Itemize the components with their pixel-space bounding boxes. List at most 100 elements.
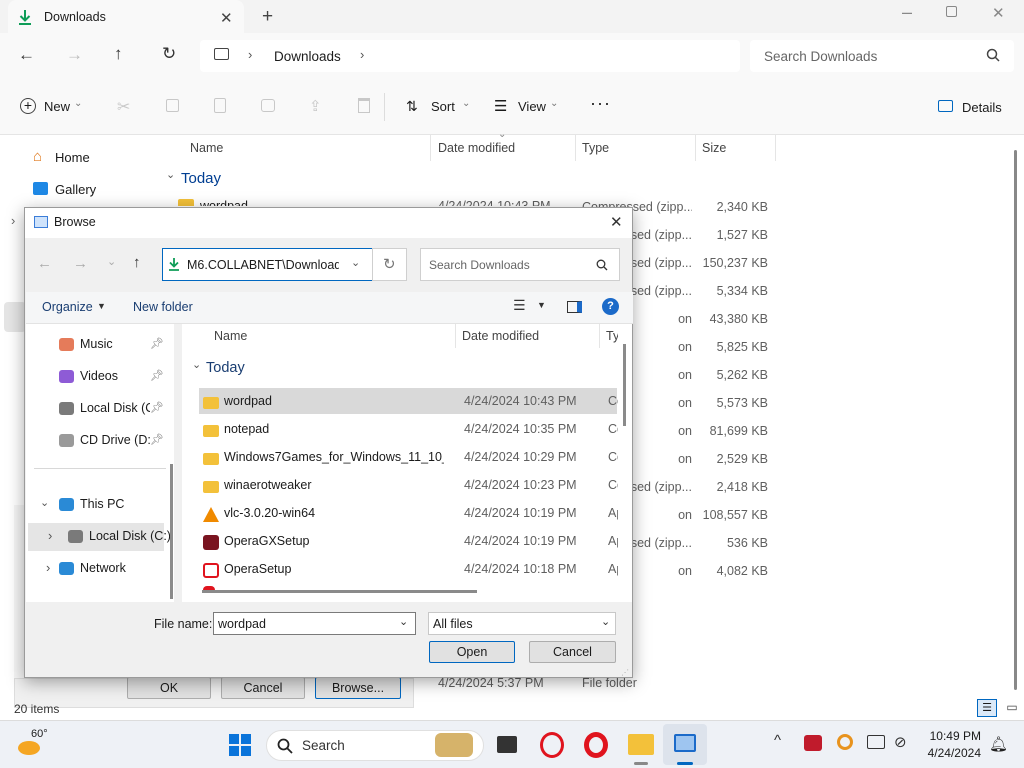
dialog-search-box[interactable]: Search Downloads — [420, 248, 620, 281]
control-panel-icon[interactable] — [674, 734, 696, 752]
file-list-vscrollbar[interactable] — [623, 344, 626, 426]
behind-cancel-button[interactable]: Cancel — [221, 677, 305, 699]
breadcrumb[interactable]: › Downloads › — [200, 40, 740, 72]
col-date[interactable]: Date modified — [438, 141, 515, 155]
behind-browse-button[interactable]: Browse... — [315, 677, 401, 699]
address-dropdown-icon[interactable]: ⌄ — [351, 256, 360, 269]
dialog-nav-item[interactable]: ⌄ This PC — [26, 491, 170, 519]
first-row-name[interactable]: wordpad — [200, 199, 248, 206]
change-view-icon[interactable]: ☰ — [513, 297, 526, 314]
help-icon[interactable]: ? — [602, 298, 619, 315]
details-button[interactable]: Details — [938, 99, 1002, 117]
search-tray-icon[interactable] — [837, 734, 853, 750]
dialog-file-row[interactable]: OperaSetup 4/24/2024 10:18 PM Ap — [199, 556, 618, 582]
chevron-right-icon[interactable]: › — [48, 528, 52, 543]
cancel-button[interactable]: Cancel — [529, 641, 616, 663]
dialog-file-row[interactable]: vlc-3.0.20-win64 4/24/2024 10:19 PM Ap — [199, 500, 618, 526]
nav-item-home[interactable]: ⌂ Home — [33, 148, 143, 166]
col-size[interactable]: Size — [702, 141, 726, 155]
group-chevron-icon[interactable]: ⌄ — [166, 168, 175, 181]
pin-icon[interactable]: 📌︎ — [150, 433, 164, 446]
recent-chevron-icon[interactable]: ⌄ — [107, 255, 116, 268]
taskbar-search[interactable]: Search — [266, 730, 484, 761]
view-button[interactable]: ☰ View ⌄ — [494, 98, 560, 116]
view-dropdown-icon[interactable]: ▼ — [537, 300, 546, 310]
dialog-nav-item[interactable]: › Network — [26, 555, 170, 583]
organize-button[interactable]: Organize ▼ — [42, 300, 108, 316]
pin-icon[interactable]: 📌︎ — [150, 337, 164, 350]
new-tab-icon[interactable]: + — [262, 6, 273, 28]
chevron-down-icon[interactable]: ⌄ — [40, 496, 49, 509]
dialog-file-row[interactable]: wordpad 4/24/2024 10:43 PM Co — [199, 388, 618, 414]
more-options-icon[interactable]: ··· — [590, 93, 611, 114]
file-explorer-icon[interactable] — [628, 734, 654, 755]
file-name-input[interactable]: wordpad ⌄ — [213, 612, 416, 635]
chevron-down-icon[interactable]: ⌄ — [399, 615, 408, 628]
maximize-icon[interactable] — [946, 6, 957, 17]
pin-icon[interactable]: 📌︎ — [150, 401, 164, 414]
dialog-forward-icon[interactable]: → — [73, 255, 88, 272]
open-button[interactable]: Open — [429, 641, 515, 663]
rename-icon[interactable] — [261, 99, 275, 112]
col-name[interactable]: Name — [190, 141, 223, 155]
minimize-icon[interactable]: – — [902, 2, 912, 23]
dialog-close-icon[interactable]: ✕ — [610, 213, 623, 231]
clock-time[interactable]: 10:49 PM — [928, 729, 981, 743]
clock-date[interactable]: 4/24/2024 — [920, 746, 981, 760]
weather-widget[interactable]: 60° — [18, 728, 68, 761]
dialog-file-row[interactable]: winaerotweaker 4/24/2024 10:23 PM Co — [199, 472, 618, 498]
opera-gx-icon[interactable] — [540, 732, 564, 758]
dialog-file-row[interactable]: notepad 4/24/2024 10:35 PM Co — [199, 416, 618, 442]
dialog-file-row[interactable]: Windows7Games_for_Windows_11_10_8 4/24/20… — [199, 444, 618, 470]
window-close-icon[interactable]: ✕ — [992, 4, 1005, 22]
file-type-select[interactable]: All files ⌄ — [428, 612, 616, 635]
explorer-tab[interactable]: Downloads ✕ — [8, 0, 244, 33]
dialog-col-date[interactable]: Date modified — [462, 329, 539, 343]
dialog-address-box[interactable]: M6.COLLABNET\Downloads ⌄ — [162, 248, 373, 281]
new-folder-button[interactable]: New folder — [133, 300, 193, 314]
paste-icon[interactable] — [214, 98, 226, 113]
dialog-nav-item[interactable]: CD Drive (D:) 📌︎ — [26, 427, 170, 455]
forward-icon[interactable]: → — [66, 45, 83, 65]
sort-button[interactable]: ⇅ Sort ⌄ — [406, 98, 470, 116]
dialog-col-name[interactable]: Name — [214, 329, 247, 343]
malwarebytes-icon[interactable] — [804, 735, 822, 751]
dialog-nav-item[interactable]: › Local Disk (C:) — [28, 523, 171, 551]
breadcrumb-downloads[interactable]: Downloads — [274, 49, 341, 64]
dialog-back-icon[interactable]: ← — [37, 255, 52, 272]
tab-close-icon[interactable]: ✕ — [220, 9, 233, 27]
chevron-right-icon[interactable]: › — [46, 560, 50, 575]
search-box[interactable]: Search Downloads — [750, 40, 1014, 72]
opera-icon[interactable] — [584, 732, 608, 758]
volume-muted-icon[interactable]: ⊘ — [894, 733, 907, 751]
task-view-icon[interactable] — [497, 736, 517, 753]
details-view-icon[interactable]: ☰ — [977, 699, 997, 717]
dialog-nav-item[interactable]: Local Disk (C 📌︎ — [26, 395, 170, 423]
preview-pane-icon[interactable] — [567, 301, 582, 313]
explorer-scrollbar[interactable] — [1014, 150, 1017, 690]
resize-grip-icon[interactable]: ⋰ — [621, 668, 629, 677]
share-icon[interactable]: ⇪ — [309, 97, 322, 115]
back-icon[interactable]: ← — [18, 45, 35, 65]
tray-chevron-up-icon[interactable]: ^ — [774, 732, 781, 749]
chevron-right-icon[interactable]: › — [11, 213, 15, 228]
copy-icon[interactable] — [166, 99, 179, 112]
dialog-file-row[interactable]: OperaGXSetup 4/24/2024 10:19 PM Ap — [199, 528, 618, 554]
network-tray-icon[interactable] — [867, 735, 885, 749]
dialog-address-text[interactable]: M6.COLLABNET\Downloads — [187, 258, 339, 272]
dialog-nav-item[interactable]: Videos 📌︎ — [26, 363, 170, 391]
behind-ok-button[interactable]: OK — [127, 677, 211, 699]
refresh-icon[interactable]: ↻ — [162, 44, 176, 64]
tiles-view-icon[interactable]: ▭ — [1002, 699, 1022, 717]
pin-icon[interactable]: 📌︎ — [150, 369, 164, 382]
cut-icon[interactable]: ✂ — [117, 97, 130, 117]
start-button[interactable] — [229, 734, 251, 756]
notification-bell-icon[interactable]: 🔔︎ — [989, 735, 1008, 753]
nav-scrollbar[interactable] — [170, 464, 173, 599]
dialog-up-icon[interactable]: ↑ — [133, 254, 141, 271]
dialog-col-type[interactable]: Ty — [606, 329, 618, 343]
up-icon[interactable]: ↑ — [114, 44, 123, 64]
nav-item-gallery[interactable]: Gallery — [33, 180, 143, 198]
dialog-nav-item[interactable]: Music 📌︎ — [26, 331, 170, 359]
delete-icon[interactable] — [358, 98, 370, 113]
